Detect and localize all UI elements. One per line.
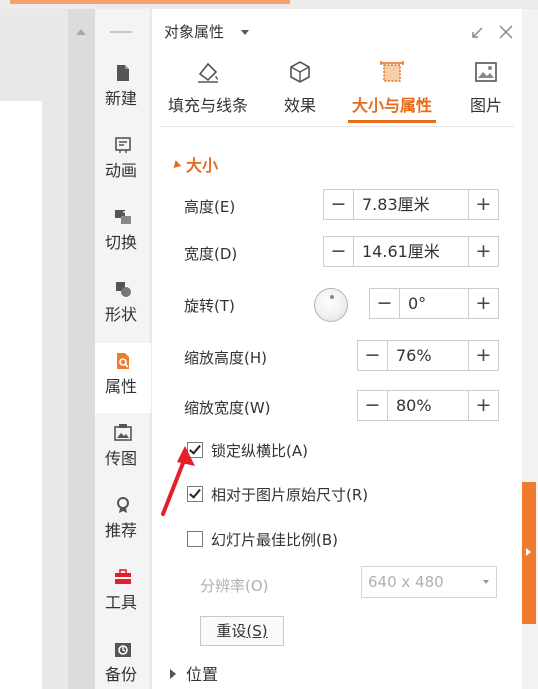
width-label: 宽度(D) — [184, 245, 238, 263]
sidebar-item-label: 新建 — [104, 89, 137, 108]
scale-width-decrement-button[interactable]: − — [358, 391, 388, 420]
tab-fill-line[interactable]: 填充与线条 — [164, 58, 252, 124]
tab-label: 大小与属性 — [351, 96, 432, 115]
width-increment-button[interactable]: + — [468, 237, 498, 266]
resolution-value: 640 x 480 — [368, 573, 444, 591]
sidebar-item-label: 形状 — [104, 305, 137, 324]
new-doc-icon — [117, 65, 129, 81]
sidebar-item-animation[interactable]: 动画 — [95, 127, 151, 197]
rotation-spinner: − 0° + — [369, 288, 499, 319]
scale-height-label: 缩放高度(H) — [184, 349, 267, 367]
rotation-dial-marker — [330, 295, 334, 299]
sidebar-item-transition[interactable]: 切换 — [95, 199, 151, 269]
scale-height-increment-button[interactable]: + — [468, 341, 498, 370]
scale-height-decrement-button[interactable]: − — [358, 341, 388, 370]
properties-icon — [117, 353, 129, 369]
sidebar-item-label: 切换 — [104, 233, 137, 252]
rotation-input[interactable]: 0° — [408, 289, 426, 318]
tab-size-properties[interactable]: 大小与属性 — [348, 58, 436, 124]
scroll-up-arrow-icon[interactable] — [76, 29, 86, 35]
rotation-dial[interactable] — [314, 288, 348, 322]
sidebar-item-backup[interactable]: 备份 — [95, 631, 151, 689]
document-canvas[interactable] — [0, 9, 68, 689]
sidebar-grip[interactable] — [110, 31, 132, 33]
lock-aspect-ratio-label[interactable]: 锁定纵横比(A) — [211, 440, 308, 461]
rotation-decrement-button[interactable]: − — [370, 289, 400, 318]
size-section-title: 大小 — [186, 156, 219, 175]
position-section-header[interactable]: 位置 — [170, 661, 218, 685]
task-sidebar: 新建 动画 切换 形状 属性 传图 推荐 工具 备份 — [95, 9, 151, 689]
sidebar-item-tools[interactable]: 工具 — [95, 559, 151, 629]
sidebar-item-label: 备份 — [104, 665, 137, 684]
panel-title[interactable]: 对象属性 — [164, 21, 224, 42]
recommend-icon — [117, 497, 129, 513]
tab-label: 图片 — [469, 96, 502, 115]
object-properties-panel: 对象属性 填充与线条 效果 大小与属性 图片 大小 高度(E) − 7.83厘米… — [152, 9, 522, 689]
close-icon[interactable] — [497, 23, 515, 41]
scale-width-increment-button[interactable]: + — [468, 391, 498, 420]
reset-button-hotkey: (S) — [246, 622, 268, 640]
sidebar-item-label: 动画 — [104, 161, 137, 180]
sidebar-item-label: 属性 — [104, 377, 137, 396]
shape-icon — [116, 282, 131, 297]
sidebar-item-shape[interactable]: 形状 — [95, 271, 151, 341]
collapse-arrow-icon — [526, 548, 531, 556]
sidebar-item-label: 传图 — [104, 449, 137, 468]
toolbox-icon — [115, 569, 131, 584]
sidebar-item-label: 工具 — [104, 593, 137, 612]
slide-page[interactable] — [0, 101, 42, 689]
height-input[interactable]: 7.83厘米 — [362, 190, 430, 219]
width-decrement-button[interactable]: − — [324, 237, 354, 266]
scale-width-spinner: − 80% + — [357, 390, 499, 421]
slide-best-ratio-label[interactable]: 幻灯片最佳比例(B) — [211, 529, 338, 550]
sidebar-item-new[interactable]: 新建 — [95, 55, 151, 125]
sidebar-item-label: 推荐 — [104, 521, 137, 540]
scale-height-spinner: − 76% + — [357, 340, 499, 371]
width-spinner: − 14.61厘米 + — [323, 236, 499, 267]
scale-width-label: 缩放宽度(W) — [184, 399, 271, 417]
backup-icon — [115, 643, 131, 657]
rotation-label: 旋转(T) — [184, 297, 235, 315]
transition-icon — [115, 210, 131, 224]
size-section-header[interactable]: 大小 — [170, 152, 219, 176]
reset-button[interactable]: 重设(S) — [200, 616, 284, 646]
scale-width-input[interactable]: 80% — [396, 391, 432, 420]
height-increment-button[interactable]: + — [468, 190, 498, 219]
restore-panel-icon[interactable] — [468, 25, 486, 43]
picture-icon — [475, 62, 497, 82]
document-tab-accent — [10, 0, 290, 4]
height-decrement-button[interactable]: − — [324, 190, 354, 219]
relative-original-size-label[interactable]: 相对于图片原始尺寸(R) — [211, 484, 368, 505]
fill-line-icon — [198, 62, 219, 83]
sidebar-item-upload-image[interactable]: 传图 — [95, 415, 151, 485]
rotation-increment-button[interactable]: + — [468, 289, 498, 318]
resolution-label: 分辨率(O) — [200, 577, 269, 595]
document-scrollbar[interactable] — [68, 9, 95, 689]
tab-effects[interactable]: 效果 — [278, 58, 322, 124]
position-section-title: 位置 — [186, 665, 219, 684]
active-tab-indicator — [348, 120, 436, 123]
height-label: 高度(E) — [184, 198, 236, 216]
sidebar-item-recommend[interactable]: 推荐 — [95, 487, 151, 557]
tab-divider — [160, 126, 514, 127]
collapse-triangle-icon — [170, 160, 182, 171]
width-input[interactable]: 14.61厘米 — [362, 237, 440, 266]
sidebar-item-properties[interactable]: 属性 — [95, 343, 151, 413]
slide-best-ratio-checkbox[interactable] — [187, 531, 203, 547]
animation-icon — [115, 137, 131, 153]
title-dropdown-caret-icon[interactable] — [241, 30, 249, 35]
tab-picture[interactable]: 图片 — [464, 58, 508, 124]
tab-label: 填充与线条 — [167, 96, 248, 115]
effects-icon — [290, 61, 310, 83]
scale-height-input[interactable]: 76% — [396, 341, 432, 370]
tab-label: 效果 — [283, 96, 316, 115]
size-properties-icon — [380, 61, 404, 82]
resolution-select[interactable]: 640 x 480 — [361, 566, 497, 598]
reset-button-label: 重设 — [216, 622, 247, 640]
height-spinner: − 7.83厘米 + — [323, 189, 499, 220]
upload-image-icon — [114, 424, 132, 441]
annotation-arrow-icon — [161, 446, 195, 516]
expand-triangle-icon — [170, 669, 176, 679]
chevron-down-icon — [483, 580, 489, 584]
